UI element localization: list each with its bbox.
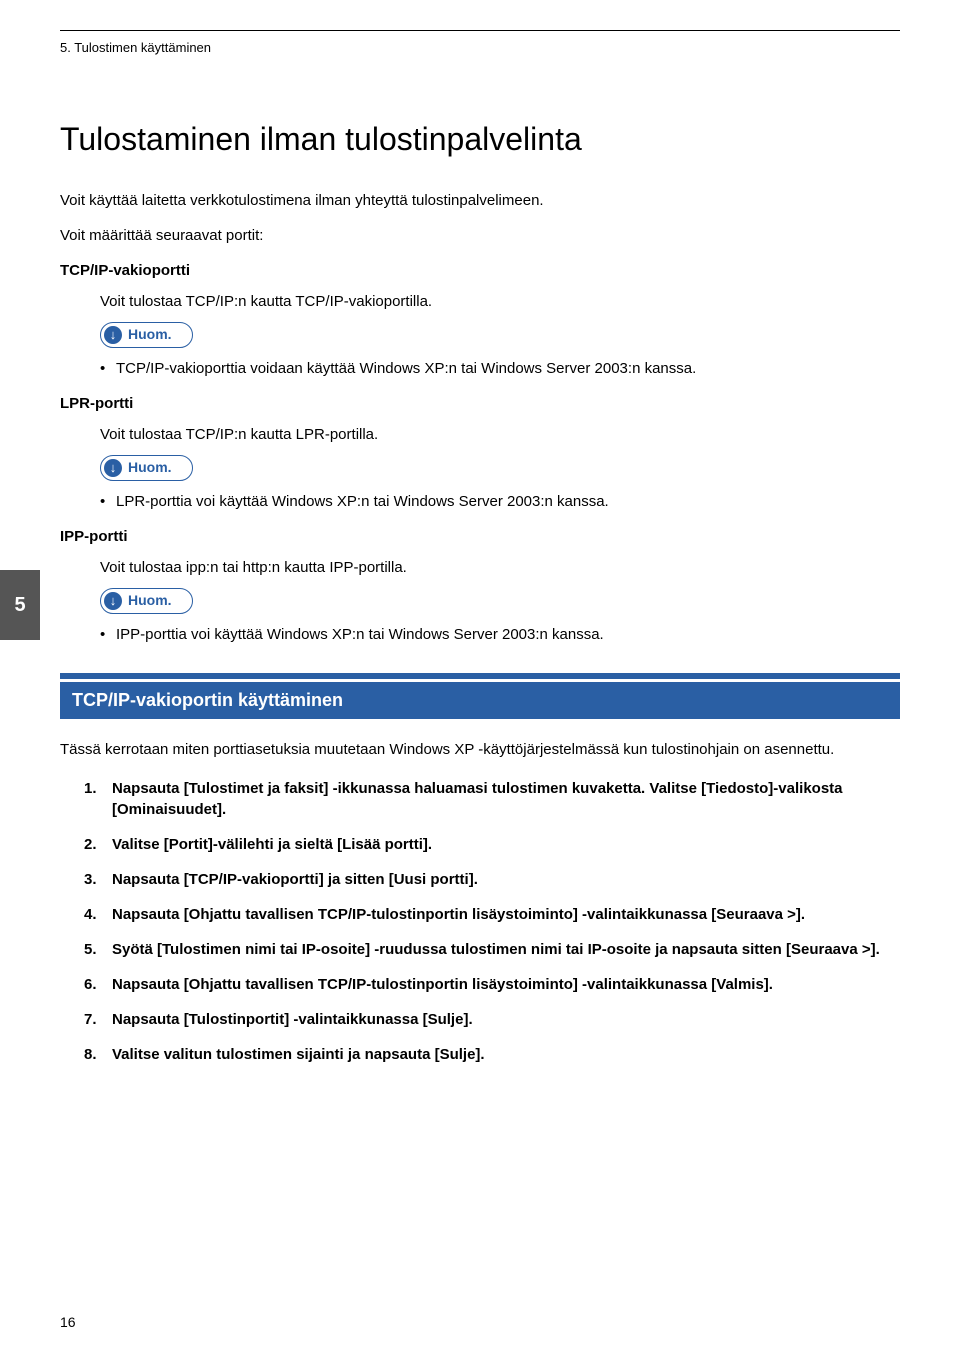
note-label: Huom. (128, 325, 172, 345)
step-item: Napsauta [Ohjattu tavallisen TCP/IP-tulo… (84, 974, 900, 995)
note-badge: ↓ Huom. (100, 322, 193, 348)
step-item: Napsauta [Tulostinportit] -valintaikkuna… (84, 1009, 900, 1030)
tcpip-port-desc: Voit tulostaa TCP/IP:n kautta TCP/IP-vak… (100, 291, 900, 312)
step-item: Napsauta [Tulostimet ja faksit] -ikkunas… (84, 778, 900, 820)
steps-list: Napsauta [Tulostimet ja faksit] -ikkunas… (84, 778, 900, 1065)
lpr-note-list: LPR-porttia voi käyttää Windows XP:n tai… (116, 491, 900, 512)
lpr-note-item: LPR-porttia voi käyttää Windows XP:n tai… (116, 491, 900, 512)
note-arrow-icon: ↓ (104, 326, 122, 344)
step-item: Valitse [Portit]-välilehti ja sieltä [Li… (84, 834, 900, 855)
step-item: Valitse valitun tulostimen sijainti ja n… (84, 1044, 900, 1065)
note-arrow-icon: ↓ (104, 459, 122, 477)
ipp-port-desc: Voit tulostaa ipp:n tai http:n kautta IP… (100, 557, 900, 578)
sub-intro-paragraph: Voit määrittää seuraavat portit: (60, 225, 900, 246)
chapter-header: 5. Tulostimen käyttäminen (60, 39, 900, 57)
lpr-port-desc: Voit tulostaa TCP/IP:n kautta LPR-portil… (100, 424, 900, 445)
page-title: Tulostaminen ilman tulostinpalvelinta (60, 117, 900, 162)
ipp-note-list: IPP-porttia voi käyttää Windows XP:n tai… (116, 624, 900, 645)
note-badge: ↓ Huom. (100, 455, 193, 481)
ipp-note-item: IPP-porttia voi käyttää Windows XP:n tai… (116, 624, 900, 645)
page-number: 16 (60, 1313, 76, 1333)
note-label: Huom. (128, 458, 172, 478)
note-arrow-icon: ↓ (104, 592, 122, 610)
chapter-side-tab: 5 (0, 570, 40, 640)
tcpip-note-list: TCP/IP-vakioporttia voidaan käyttää Wind… (116, 358, 900, 379)
intro-paragraph: Voit käyttää laitetta verkkotulostimena … (60, 190, 900, 211)
step-item: Syötä [Tulostimen nimi tai IP-osoite] -r… (84, 939, 900, 960)
section-intro: Tässä kerrotaan miten porttiasetuksia mu… (60, 739, 900, 760)
step-item: Napsauta [Ohjattu tavallisen TCP/IP-tulo… (84, 904, 900, 925)
lpr-port-heading: LPR-portti (60, 393, 900, 414)
tcpip-port-heading: TCP/IP-vakioportti (60, 260, 900, 281)
section-heading: TCP/IP-vakioportin käyttäminen (60, 682, 900, 719)
ipp-port-heading: IPP-portti (60, 526, 900, 547)
tcpip-note-item: TCP/IP-vakioporttia voidaan käyttää Wind… (116, 358, 900, 379)
note-badge: ↓ Huom. (100, 588, 193, 614)
document-page: 5. Tulostimen käyttäminen 5 Tulostaminen… (0, 0, 960, 1363)
header-rule (60, 30, 900, 31)
section-heading-bar: TCP/IP-vakioportin käyttäminen (60, 673, 900, 719)
step-item: Napsauta [TCP/IP-vakioportti] ja sitten … (84, 869, 900, 890)
note-label: Huom. (128, 591, 172, 611)
